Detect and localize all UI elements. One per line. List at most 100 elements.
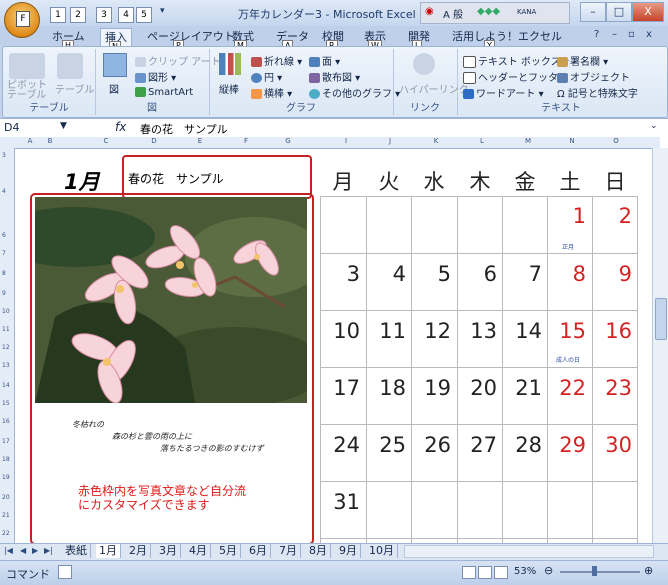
- qat-customize-icon[interactable]: ▾: [160, 6, 165, 16]
- scrollbar-thumb[interactable]: [655, 298, 667, 340]
- tab-home[interactable]: ホームH: [48, 28, 89, 52]
- tab-view[interactable]: 表示W: [360, 28, 390, 52]
- page-break-view-icon[interactable]: [494, 566, 508, 579]
- day-cell[interactable]: 26: [409, 433, 451, 457]
- tab-addin[interactable]: 活用しよう！エクセルY: [448, 28, 566, 52]
- tab-page-layout[interactable]: ページレイアウトP: [143, 28, 239, 52]
- calendar-title[interactable]: 春の花 サンプル: [128, 170, 224, 187]
- shapes-button[interactable]: 図形 ▾: [135, 69, 176, 84]
- day-cell[interactable]: 2: [590, 204, 632, 228]
- maximize-button[interactable]: □: [606, 2, 632, 22]
- sheet-tab[interactable]: 3月: [156, 544, 181, 558]
- ime-tools-icon[interactable]: ◆◆◆: [477, 6, 500, 17]
- day-cell[interactable]: 14: [500, 319, 542, 343]
- column-header[interactable]: G: [278, 137, 298, 145]
- minimize-button[interactable]: –: [580, 2, 606, 22]
- day-cell[interactable]: 9: [590, 262, 632, 286]
- day-cell[interactable]: 29: [544, 433, 586, 457]
- day-cell[interactable]: 8: [544, 262, 586, 286]
- last-sheet-icon[interactable]: ▶|: [44, 546, 53, 555]
- sheet-tab[interactable]: 10月: [366, 544, 398, 558]
- bar-chart-button[interactable]: 横棒 ▾: [251, 85, 292, 100]
- column-header[interactable]: C: [96, 137, 116, 145]
- sheet-tab[interactable]: 2月: [126, 544, 151, 558]
- day-cell[interactable]: 31: [318, 490, 360, 514]
- day-cell[interactable]: 30: [590, 433, 632, 457]
- scatter-chart-button[interactable]: 散布図 ▾: [309, 69, 360, 84]
- poem-line[interactable]: 森の杉と雲の雨の上に: [112, 431, 192, 442]
- pivot-table-label[interactable]: ピボット テーブル: [7, 81, 47, 101]
- column-header[interactable]: I: [336, 137, 356, 145]
- row-header[interactable]: 3: [2, 152, 6, 159]
- sheet-tab-active[interactable]: 1月: [96, 544, 121, 558]
- row-header[interactable]: 16: [2, 418, 10, 425]
- sheet-tab[interactable]: 8月: [306, 544, 331, 558]
- clipart-button[interactable]: クリップ アート: [135, 53, 221, 68]
- zoom-level[interactable]: 53%: [514, 566, 536, 577]
- day-cell[interactable]: 25: [364, 433, 406, 457]
- symbol-button[interactable]: Ω 記号と特殊文字: [557, 85, 638, 100]
- ribbon-minimize-icon[interactable]: –: [612, 29, 617, 40]
- row-header[interactable]: 6: [2, 232, 6, 239]
- row-header[interactable]: 15: [2, 400, 10, 407]
- row-header[interactable]: 20: [2, 494, 10, 501]
- sheet-tab[interactable]: 6月: [246, 544, 271, 558]
- qat-undo-keytip[interactable]: 2: [70, 7, 86, 23]
- sheet-tab[interactable]: 表紙: [62, 544, 91, 558]
- area-chart-button[interactable]: 面 ▾: [309, 53, 340, 68]
- poem-line[interactable]: 落ちたるつきの影のすむけず: [160, 443, 264, 454]
- day-cell[interactable]: 6: [455, 262, 497, 286]
- poem-line[interactable]: 冬枯れの: [72, 419, 104, 430]
- day-cell[interactable]: 16: [590, 319, 632, 343]
- hyperlink-icon[interactable]: [413, 53, 435, 75]
- pivot-table-icon[interactable]: [9, 53, 45, 79]
- sheet-tab[interactable]: 7月: [276, 544, 301, 558]
- qat-print-keytip[interactable]: 4: [118, 7, 134, 23]
- column-header[interactable]: M: [518, 137, 538, 145]
- qat-save-keytip[interactable]: 1: [50, 7, 66, 23]
- row-header[interactable]: 7: [2, 250, 6, 257]
- sheet-tab[interactable]: 5月: [216, 544, 241, 558]
- day-cell[interactable]: 19: [409, 376, 451, 400]
- tab-insert[interactable]: 挿入N: [100, 28, 132, 53]
- row-header[interactable]: 13: [2, 362, 10, 369]
- page-layout-view-icon[interactable]: [478, 566, 492, 579]
- column-header[interactable]: N: [562, 137, 582, 145]
- column-header[interactable]: B: [40, 137, 60, 145]
- column-header[interactable]: A: [20, 137, 40, 145]
- row-header[interactable]: 12: [2, 344, 10, 351]
- formula-expand-icon[interactable]: ⌄: [650, 121, 658, 131]
- customize-note[interactable]: 赤色枠内を写真文章など自分流 にカスタマイズできます: [78, 484, 246, 512]
- column-header[interactable]: K: [426, 137, 446, 145]
- ime-kana[interactable]: KANA: [517, 8, 536, 16]
- normal-view-icon[interactable]: [462, 566, 476, 579]
- object-button[interactable]: オブジェクト: [557, 69, 630, 84]
- fx-icon[interactable]: fx: [115, 120, 126, 134]
- column-header[interactable]: O: [606, 137, 626, 145]
- row-header[interactable]: 10: [2, 308, 10, 315]
- row-header[interactable]: 9: [2, 290, 6, 297]
- tab-review[interactable]: 校閲R: [318, 28, 348, 52]
- row-header[interactable]: 11: [2, 326, 10, 333]
- column-header[interactable]: E: [190, 137, 210, 145]
- prev-sheet-icon[interactable]: ◀: [20, 546, 26, 555]
- day-cell[interactable]: 10: [318, 319, 360, 343]
- smartart-button[interactable]: SmartArt: [135, 87, 193, 98]
- vertical-scrollbar[interactable]: [652, 148, 668, 543]
- next-sheet-icon[interactable]: ▶: [32, 546, 38, 555]
- row-header[interactable]: 4: [2, 188, 6, 195]
- help-icon[interactable]: ?: [594, 29, 599, 40]
- table-icon[interactable]: [57, 53, 83, 79]
- horizontal-scrollbar[interactable]: [404, 545, 654, 558]
- day-cell[interactable]: 1: [544, 204, 586, 228]
- formula-input[interactable]: 春の花 サンプル: [140, 121, 228, 137]
- flower-photo[interactable]: [35, 197, 307, 403]
- picture-icon[interactable]: [103, 53, 127, 77]
- day-cell[interactable]: 18: [364, 376, 406, 400]
- zoom-in-icon[interactable]: ⊕: [644, 564, 653, 577]
- day-cell[interactable]: 4: [364, 262, 406, 286]
- sheet-tab[interactable]: 9月: [336, 544, 361, 558]
- day-cell[interactable]: 21: [500, 376, 542, 400]
- textbox-button[interactable]: テキスト ボックス ▾: [463, 53, 569, 68]
- wordart-button[interactable]: ワードアート ▾: [463, 85, 544, 100]
